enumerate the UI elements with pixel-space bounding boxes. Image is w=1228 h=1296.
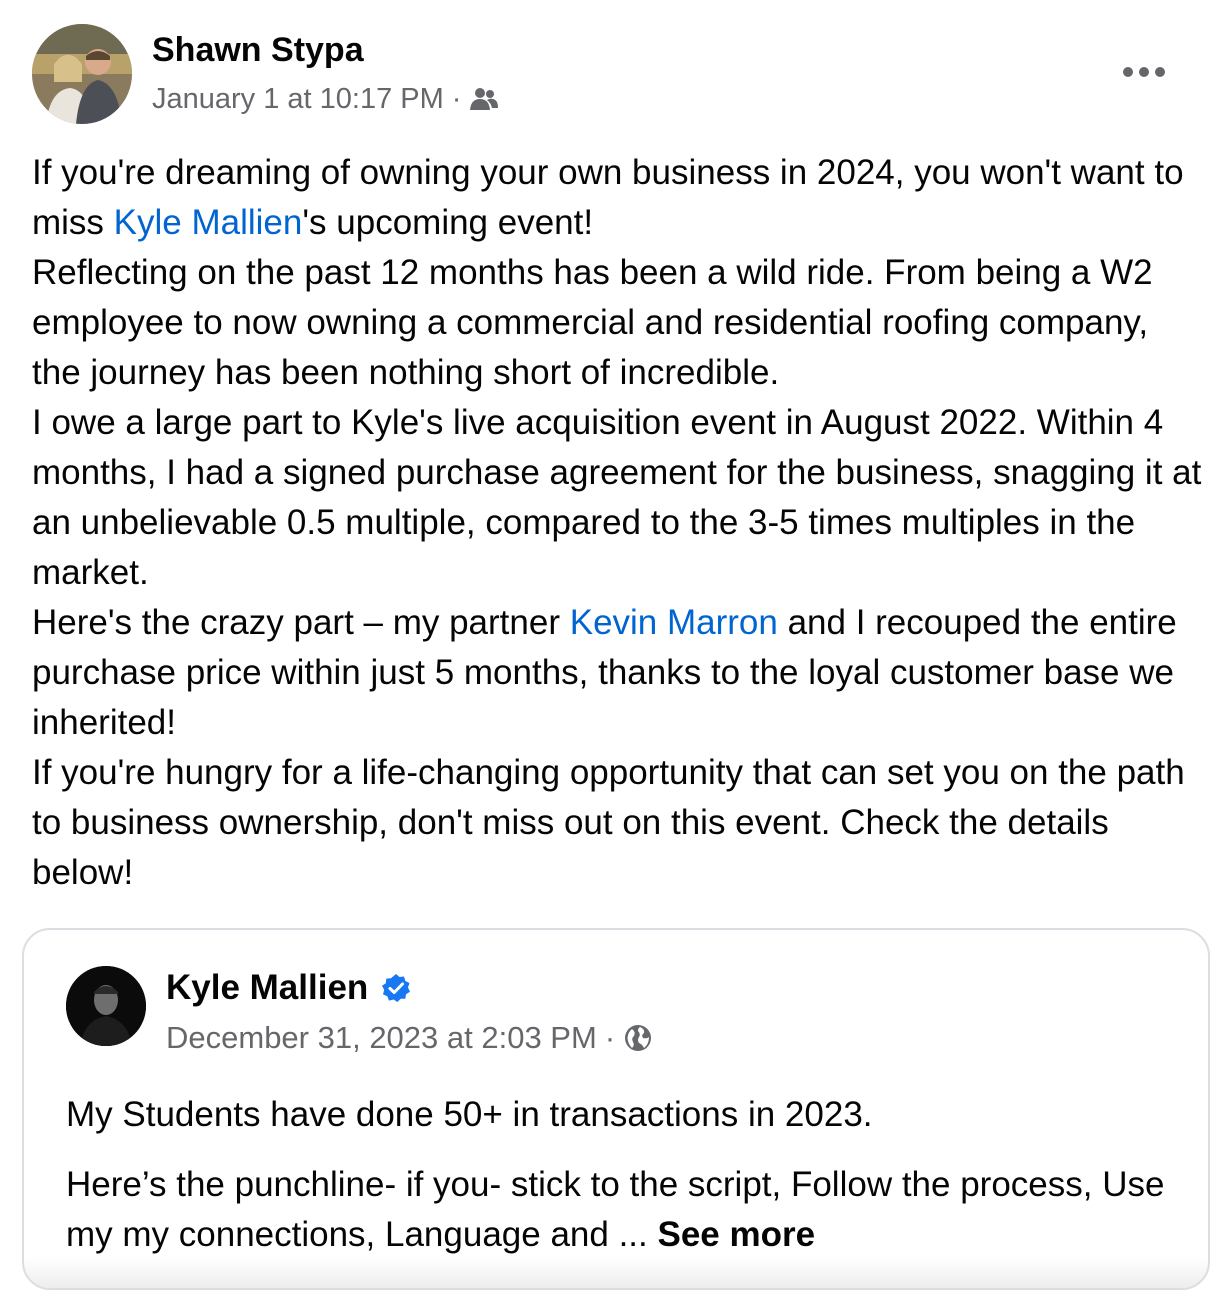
shared-post-timestamp[interactable]: December 31, 2023 at 2:03 PM (166, 1020, 597, 1056)
facebook-post: Shawn Stypa January 1 at 10:17 PM · If y… (0, 0, 1228, 1296)
shared-post-subline: December 31, 2023 at 2:03 PM · (166, 1020, 653, 1056)
post-paragraph: If you're hungry for a life-changing opp… (32, 753, 1185, 892)
more-options-button[interactable] (1108, 54, 1180, 90)
author-name[interactable]: Shawn Stypa (152, 30, 499, 70)
friends-icon[interactable] (469, 86, 499, 112)
card-bottom-fade (24, 1258, 1208, 1288)
shared-post-card[interactable]: Kyle Mallien December 31, 2023 at 2:03 P… (22, 928, 1210, 1290)
shared-post-paragraph: My Students have done 50+ in transaction… (66, 1095, 873, 1134)
see-more-link[interactable]: See more (657, 1215, 815, 1254)
shared-author-name[interactable]: Kyle Mallien (166, 968, 368, 1008)
mention-link-kevin-marron[interactable]: Kevin Marron (570, 603, 778, 642)
post-text: 's upcoming event! (302, 203, 594, 242)
globe-icon[interactable] (623, 1023, 653, 1053)
post-meta: Shawn Stypa January 1 at 10:17 PM · (152, 30, 499, 116)
post-paragraph: If you're dreaming of owning your own bu… (32, 148, 1202, 248)
more-options-icon (1123, 67, 1165, 77)
post-paragraph: Here's the crazy part – my partner Kevin… (32, 598, 1202, 748)
author-avatar[interactable] (32, 24, 132, 124)
separator-dot: · (451, 83, 462, 115)
avatar-photo (66, 966, 146, 1046)
post-text: Here's the crazy part – my partner (32, 603, 570, 642)
post-timestamp[interactable]: January 1 at 10:17 PM (152, 82, 444, 116)
post-paragraph: Reflecting on the past 12 months has bee… (32, 253, 1153, 392)
shared-post-paragraph: Here’s the punchline- if you- stick to t… (66, 1160, 1176, 1260)
post-header: Shawn Stypa January 1 at 10:17 PM · (32, 24, 499, 124)
post-paragraph: I owe a large part to Kyle's live acquis… (32, 403, 1202, 592)
shared-author-avatar[interactable] (66, 966, 146, 1046)
shared-author-row: Kyle Mallien (166, 968, 653, 1008)
mention-link-kyle-mallien[interactable]: Kyle Mallien (114, 203, 303, 242)
post-body: If you're dreaming of owning your own bu… (32, 148, 1202, 898)
shared-post-text: Here’s the punchline- if you- stick to t… (66, 1165, 1165, 1254)
separator-dot: · (604, 1020, 616, 1055)
shared-post-body: My Students have done 50+ in transaction… (66, 1090, 1176, 1260)
avatar-photo (32, 24, 132, 124)
verified-badge-icon (380, 972, 412, 1004)
shared-post-meta: Kyle Mallien December 31, 2023 at 2:03 P… (166, 968, 653, 1056)
post-subline: January 1 at 10:17 PM · (152, 82, 499, 116)
